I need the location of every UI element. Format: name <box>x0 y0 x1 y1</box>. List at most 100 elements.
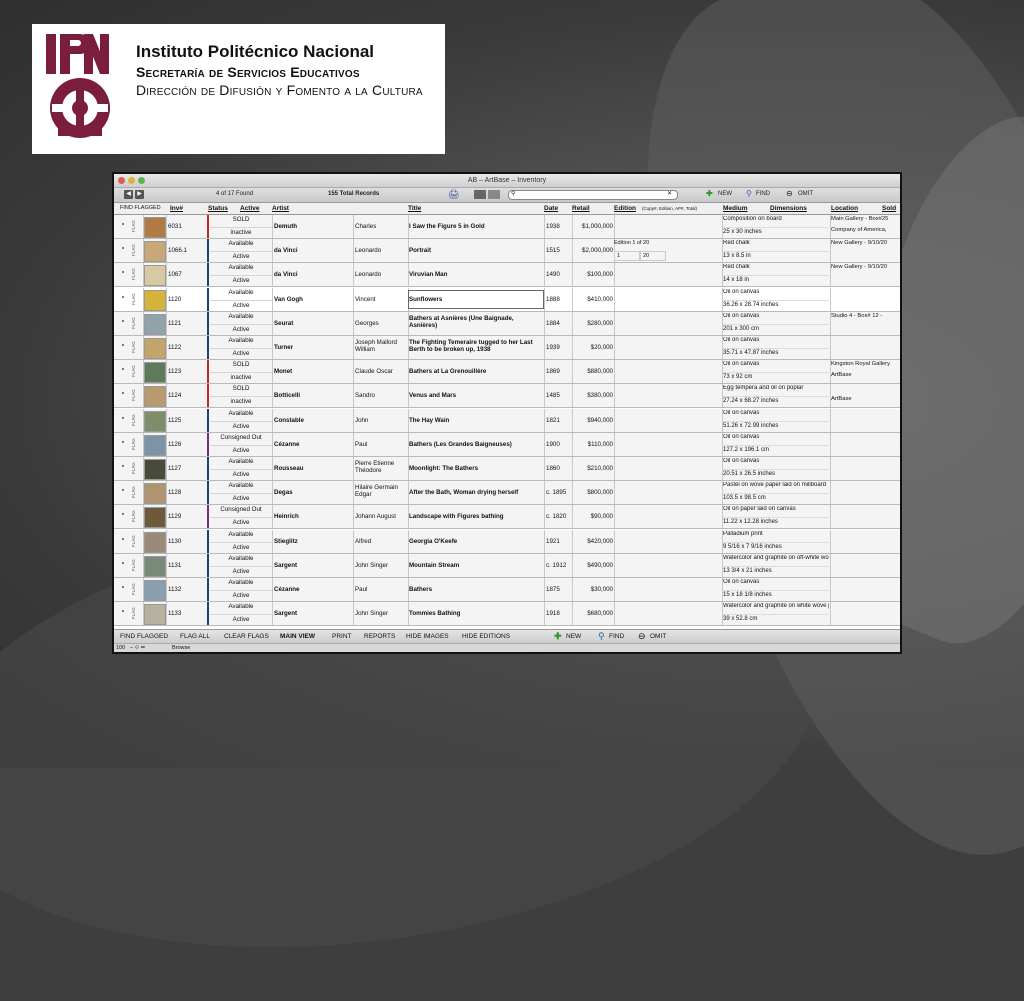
artist-first-name[interactable]: Paul <box>355 586 407 593</box>
table-row[interactable]: FLAG 1126 Consigned Out Active Cézanne P… <box>114 432 900 457</box>
retail-price[interactable]: $490,000 <box>573 562 613 569</box>
artwork-title[interactable]: Moonlight: The Bathers <box>409 465 543 472</box>
col-medium[interactable]: Medium <box>723 205 748 212</box>
artwork-title[interactable]: Bathers <box>409 586 543 593</box>
active-value[interactable]: inactive <box>210 396 272 405</box>
inventory-number[interactable]: 1130 <box>168 538 181 545</box>
inventory-number[interactable]: 6031 <box>168 223 182 230</box>
artist-first-name[interactable]: John Singer <box>355 610 407 617</box>
medium-value[interactable]: Oil on paper laid on canvas <box>723 506 829 512</box>
artist-first-name[interactable]: John Singer <box>355 562 407 569</box>
col-location[interactable]: Location <box>831 205 858 212</box>
artwork-thumbnail[interactable] <box>144 217 166 238</box>
inventory-number[interactable]: 1122 <box>168 344 181 351</box>
col-sold[interactable]: Sold <box>882 205 896 212</box>
zoom-level[interactable]: 100 <box>116 645 125 651</box>
inventory-number[interactable]: 1126 <box>168 441 181 448</box>
toolbar-new-button[interactable]: NEW <box>566 633 581 640</box>
medium-value[interactable]: Watercolor and graphite on off-white wov… <box>723 555 829 561</box>
artwork-date[interactable]: 1485 <box>546 392 572 399</box>
artwork-title[interactable]: Georgia O'Keefe <box>409 538 543 545</box>
retail-price[interactable]: $940,000 <box>573 417 613 424</box>
dimensions-value[interactable]: 27.24 x 68.27 inches <box>723 396 829 404</box>
active-value[interactable]: Active <box>210 420 272 430</box>
location-value[interactable]: Studio 4 - Box# 12 - <box>831 313 900 319</box>
status-value[interactable]: SOLD <box>210 361 272 368</box>
clear-flags-button[interactable]: CLEAR FLAGS <box>224 633 269 640</box>
zoom-control-icon[interactable]: − ⟐ ▭ <box>130 645 145 652</box>
new-record-button[interactable]: NEW <box>718 191 732 197</box>
artist-last-name[interactable]: da Vinci <box>274 247 352 254</box>
artwork-date[interactable]: 1888 <box>546 296 572 303</box>
omit-icon[interactable]: ⊖ <box>638 631 646 642</box>
location-detail[interactable]: Company of America, <box>831 227 900 233</box>
medium-value[interactable]: Oil on canvas <box>723 337 829 343</box>
status-value[interactable]: Available <box>210 603 272 610</box>
retail-price[interactable]: $800,000 <box>573 489 613 496</box>
table-view-icon[interactable] <box>488 190 500 199</box>
inventory-number[interactable]: 1121 <box>168 320 181 327</box>
retail-price[interactable]: $20,000 <box>573 344 613 351</box>
artwork-thumbnail[interactable] <box>144 410 166 432</box>
table-row[interactable]: FLAG 1124 SOLD inactive Botticelli Sandr… <box>114 384 900 409</box>
active-value[interactable]: Active <box>210 541 272 551</box>
flag-toggle[interactable]: FLAG <box>131 461 138 476</box>
artwork-thumbnail[interactable] <box>144 265 166 287</box>
medium-value[interactable]: Oil on canvas <box>723 434 829 440</box>
status-value[interactable]: Available <box>210 240 272 247</box>
find-button[interactable]: FIND <box>756 191 770 197</box>
status-value[interactable]: Consigned Out <box>210 434 272 441</box>
active-value[interactable]: Active <box>210 493 272 502</box>
edition-total-field[interactable]: 20 <box>640 251 666 262</box>
artwork-date[interactable]: 1884 <box>546 320 572 327</box>
medium-value[interactable]: Oil on canvas <box>723 579 829 585</box>
retail-price[interactable]: $280,000 <box>573 320 613 327</box>
main-view-button[interactable]: MAIN VIEW <box>280 633 315 640</box>
dimensions-value[interactable]: 13 3/4 x 21 inches <box>723 565 829 574</box>
col-dimensions[interactable]: Dimensions <box>770 205 807 212</box>
inventory-number[interactable]: 1066.1 <box>168 247 187 254</box>
retail-price[interactable]: $380,000 <box>573 392 613 399</box>
retail-price[interactable]: $100,000 <box>573 271 613 278</box>
medium-value[interactable]: Oil on canvas <box>723 361 829 367</box>
artwork-date[interactable]: 1921 <box>546 538 572 545</box>
table-row[interactable]: FLAG 1121 Available Active Seurat George… <box>114 311 900 336</box>
quick-find-input[interactable]: ⚲ ✕ <box>508 190 678 200</box>
col-title[interactable]: Title <box>408 205 421 212</box>
dimensions-value[interactable]: 35.71 x 47.87 inches <box>723 348 829 356</box>
active-value[interactable]: Active <box>210 565 272 575</box>
retail-price[interactable]: $420,000 <box>573 538 613 545</box>
artwork-title[interactable]: Portrait <box>409 247 543 254</box>
artist-first-name[interactable]: Joseph Mallord William <box>355 339 407 353</box>
find-flagged-button[interactable]: FIND FLAGGED <box>120 633 168 640</box>
location-value[interactable]: New Gallery - 9/10/20 <box>831 240 900 246</box>
hide-editions-button[interactable]: HIDE EDITIONS <box>462 633 510 640</box>
artwork-title[interactable]: Viruvian Man <box>409 271 543 278</box>
table-row[interactable]: FLAG 1125 Available Active Constable Joh… <box>114 408 900 433</box>
artist-first-name[interactable]: Alfred <box>355 538 407 545</box>
inventory-number[interactable]: 1124 <box>168 392 181 399</box>
omit-icon[interactable]: ⊖ <box>786 189 793 198</box>
retail-price[interactable]: $880,000 <box>573 368 613 375</box>
table-row[interactable]: FLAG 1123 SOLD inactive Monet Claude Osc… <box>114 360 900 385</box>
artist-last-name[interactable]: Rousseau <box>274 465 352 472</box>
artwork-date[interactable]: 1490 <box>546 271 572 278</box>
edition-copy-field[interactable]: 1 <box>614 251 640 262</box>
flag-toggle[interactable]: FLAG <box>131 316 138 331</box>
medium-value[interactable]: Egg tempera and oil on poplar <box>723 385 829 391</box>
artwork-title[interactable]: Bathers at Asnières (Une Baignade, Asniè… <box>409 315 543 329</box>
artwork-date[interactable]: 1869 <box>546 368 572 375</box>
inventory-number[interactable]: 1125 <box>168 417 181 424</box>
new-plus-icon[interactable]: ✚ <box>554 631 562 642</box>
artwork-date[interactable]: c. 1895 <box>546 489 572 496</box>
close-button[interactable] <box>118 177 125 184</box>
col-active[interactable]: Active <box>240 205 260 212</box>
toolbar-omit-button[interactable]: OMIT <box>650 633 666 640</box>
dimensions-value[interactable]: 20.51 x 26.5 inches <box>723 469 829 477</box>
artwork-title[interactable]: The Fighting Temeraire tugged to her Las… <box>409 339 543 353</box>
dimensions-value[interactable]: 201 x 300 cm <box>723 323 829 332</box>
inventory-number[interactable]: 1127 <box>168 465 181 472</box>
col-date[interactable]: Date <box>544 205 558 212</box>
flag-toggle[interactable]: FLAG <box>131 509 138 524</box>
flag-toggle[interactable]: FLAG <box>131 243 138 258</box>
